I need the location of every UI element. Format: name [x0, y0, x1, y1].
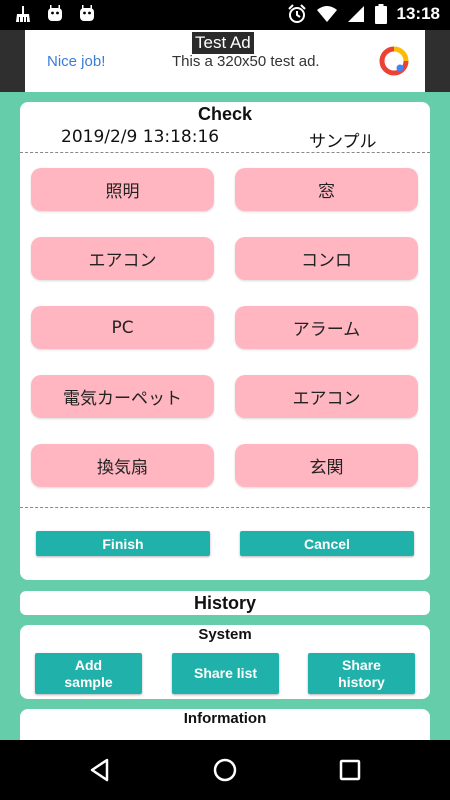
signal-icon — [347, 6, 364, 22]
item-button[interactable]: エアコン — [31, 237, 214, 280]
item-button[interactable]: PC — [31, 306, 214, 349]
ad-container: Nice job! This a 320x50 test ad. Test Ad — [0, 30, 450, 92]
admob-logo-icon — [379, 46, 409, 76]
ad-headline: Nice job! — [47, 53, 106, 70]
history-section[interactable]: History — [20, 591, 430, 615]
item-button[interactable]: コンロ — [235, 237, 418, 280]
item-button[interactable]: 窓 — [235, 168, 418, 211]
item-button[interactable]: 玄関 — [235, 444, 418, 487]
finish-button[interactable]: Finish — [36, 531, 210, 556]
check-title: Check — [197, 104, 253, 124]
battery-icon — [374, 4, 387, 24]
item-button[interactable]: アラーム — [235, 306, 418, 349]
recents-icon[interactable] — [336, 756, 364, 784]
add-sample-button[interactable]: Add sample — [35, 653, 142, 694]
android-icon — [80, 5, 94, 21]
system-section: System Add sample Share list Share histo… — [20, 625, 430, 699]
status-time: 13:18 — [396, 4, 440, 23]
home-icon[interactable] — [211, 756, 239, 784]
share-list-button[interactable]: Share list — [172, 653, 279, 694]
system-title: System — [198, 626, 252, 643]
back-icon[interactable] — [86, 756, 114, 784]
item-button[interactable]: 換気扇 — [31, 444, 214, 487]
share-history-button[interactable]: Share history — [308, 653, 415, 694]
status-left-icons — [14, 5, 96, 23]
check-card: Check 2019/2/9 13:18:16 サンプル 照明 窓 エアコン コ… — [20, 102, 430, 580]
check-items-grid: 照明 窓 エアコン コンロ PC アラーム 電気カーペット エアコン 換気扇 玄… — [20, 152, 430, 508]
check-list-name: サンプル — [309, 132, 377, 152]
information-title: Information — [183, 710, 267, 727]
status-bar: 13:18 — [0, 0, 450, 30]
item-button[interactable]: 電気カーペット — [31, 375, 214, 418]
app-content: Check 2019/2/9 13:18:16 サンプル 照明 窓 エアコン コ… — [0, 92, 450, 749]
broom-icon — [16, 6, 30, 22]
wifi-icon — [316, 6, 337, 22]
alarm-icon — [287, 4, 306, 23]
item-button[interactable]: 照明 — [31, 168, 214, 211]
ad-text: This a 320x50 test ad. — [172, 53, 320, 70]
android-icon — [48, 5, 62, 21]
cancel-button[interactable]: Cancel — [240, 531, 414, 556]
status-right-icons: 13:18 — [287, 4, 440, 24]
item-button[interactable]: エアコン — [235, 375, 418, 418]
navigation-bar — [0, 740, 450, 800]
check-datetime: 2019/2/9 13:18:16 — [61, 127, 220, 147]
ad-label: Test Ad — [192, 32, 254, 54]
